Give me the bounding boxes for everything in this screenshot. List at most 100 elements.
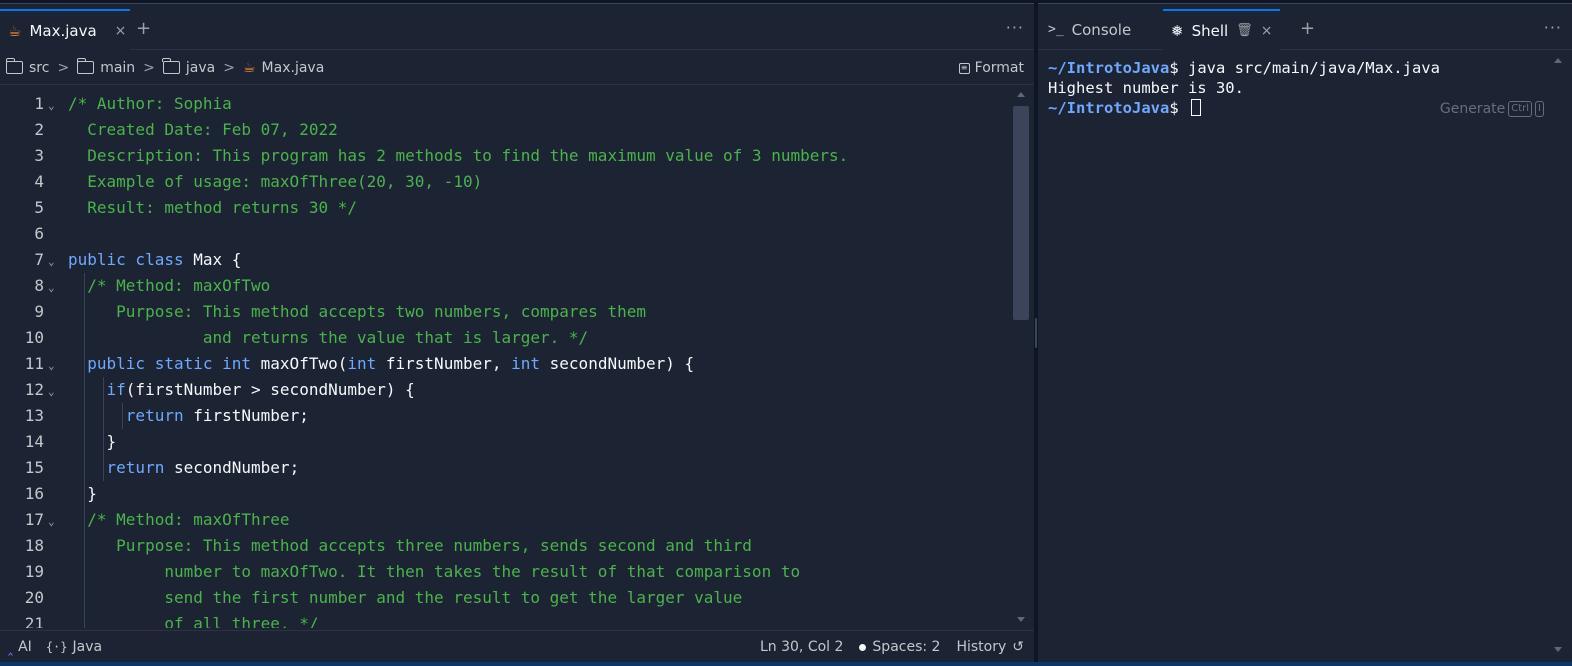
prompt-symbol: $ (1169, 59, 1188, 77)
code-line[interactable]: 7 ⌄ public class Max { (0, 247, 1012, 273)
code-line[interactable]: 16 } (0, 481, 1012, 507)
code-editor[interactable]: 1 ⌄/* Author: Sophia 2 Created Date: Feb 0… (0, 88, 1012, 628)
terminal-prompt: ~/IntrotoJava (1048, 59, 1170, 77)
line-number: 12 (24, 380, 44, 399)
code-token: firstNumber; (193, 406, 309, 425)
code-text: send the first number and the result to … (68, 585, 742, 611)
console-icon: >_ (1048, 22, 1064, 37)
add-tab-button[interactable]: + (136, 18, 151, 39)
add-tab-button[interactable]: + (1300, 18, 1315, 39)
code-line[interactable]: 5 Result: method returns 30 */ (0, 195, 1012, 221)
tab-label: Shell (1191, 21, 1229, 40)
terminal-output[interactable]: ~/IntrotoJava$ java src/main/java/Max.ja… (1038, 58, 1558, 658)
code-line[interactable]: 18 Purpose: This method accepts three nu… (0, 533, 1012, 559)
code-text: Purpose: This method accepts three numbe… (68, 533, 752, 559)
chevron-right-icon: > (57, 59, 70, 76)
trash-icon[interactable]: 🗑 (1236, 23, 1253, 38)
generate-label: Generate (1439, 101, 1506, 117)
breadcrumb-item-main[interactable]: main > (76, 58, 157, 76)
code-line[interactable]: 20 send the first number and the result … (0, 585, 1012, 611)
tab-max-java[interactable]: ☕ Max.java × (0, 9, 130, 50)
chevron-right-icon: > (223, 59, 235, 76)
line-number: 9 (34, 302, 44, 321)
breadcrumb-label: Max.java (261, 59, 325, 76)
prompt-symbol: $ (1169, 99, 1188, 117)
code-line[interactable]: 9 Purpose: This method accepts two numbe… (0, 299, 1012, 325)
code-text: public static int maxOfTwo(int firstNumb… (68, 351, 694, 377)
line-number: 1 (34, 94, 44, 113)
code-text: } (68, 481, 97, 507)
code-line[interactable]: 3 Description: This program has 2 method… (0, 143, 1012, 169)
code-line[interactable]: 17 ⌄ /* Method: maxOfThree (0, 507, 1012, 533)
editor-scrollbar[interactable] (1012, 88, 1030, 628)
generate-hint[interactable]: Generate Ctrl I (1440, 101, 1544, 117)
code-line[interactable]: 6 (0, 221, 1012, 247)
scrollbar-thumb[interactable] (1013, 106, 1029, 320)
code-line[interactable]: 15 return secondNumber; (0, 455, 1012, 481)
code-line[interactable]: 8 ⌄ /* Method: maxOfTwo (0, 273, 1012, 299)
format-button[interactable]: ≡ Format (958, 60, 1024, 76)
code-line[interactable]: 4 Example of usage: maxOfThree(20, 30, -… (0, 169, 1012, 195)
code-token: secondNumber) { (549, 354, 695, 373)
scroll-up-icon[interactable] (1017, 92, 1025, 97)
fold-chevron-icon[interactable]: ⌄ (48, 249, 55, 275)
line-number: 2 (34, 120, 44, 139)
code-text: /* Method: maxOfThree (68, 507, 289, 533)
code-line[interactable]: 2 Created Date: Feb 07, 2022 (0, 117, 1012, 143)
close-tab-icon[interactable]: × (1261, 23, 1273, 39)
ai-button[interactable]: ‸ AI (8, 638, 32, 656)
language-indicator[interactable]: {·} Java (46, 639, 102, 655)
code-token: } (68, 432, 117, 451)
line-number: 10 (24, 328, 44, 347)
breadcrumb-label: src (29, 59, 50, 76)
code-line[interactable]: 12 ⌄ if(firstNumber > secondNumber) { (0, 377, 1012, 403)
code-token: int (347, 354, 386, 373)
breadcrumb-item-src[interactable]: src > (5, 58, 71, 76)
cursor-position[interactable]: Ln 30, Col 2 (760, 639, 843, 655)
scroll-down-icon[interactable] (1017, 617, 1025, 622)
code-line[interactable]: 11 ⌄ public static int maxOfTwo(int first… (0, 351, 1012, 377)
more-options-icon[interactable]: ··· (1544, 18, 1562, 37)
code-token: secondNumber; (173, 458, 300, 477)
history-button[interactable]: History ↺ (956, 639, 1024, 655)
fold-chevron-icon[interactable]: ⌄ (48, 275, 55, 301)
code-line[interactable]: 21 of all three. */ (0, 611, 1012, 628)
code-token: Created Date: Feb 07, 2022 (68, 120, 338, 139)
fold-chevron-icon[interactable]: ⌄ (48, 509, 55, 535)
fold-chevron-icon[interactable]: ⌄ (48, 353, 55, 379)
scroll-down-icon[interactable] (1554, 647, 1562, 652)
code-line[interactable]: 13 return firstNumber; (0, 403, 1012, 429)
breadcrumb-item-max-java[interactable]: ☕ Max.java (243, 60, 324, 76)
code-line[interactable]: 19 number to maxOfTwo. It then takes the… (0, 559, 1012, 585)
code-token: Max { (193, 250, 242, 269)
code-token: int (511, 354, 550, 373)
line-number: 16 (24, 484, 44, 503)
right-pane: >_ Console ❅ Shell 🗑 × + ··· ~/IntrotoJa… (1038, 3, 1572, 662)
line-number: 5 (34, 198, 44, 217)
spaces-label: Spaces: 2 (872, 639, 941, 655)
spaces-setting[interactable]: Spaces: 2 (859, 639, 940, 655)
code-line[interactable]: 14 } (0, 429, 1012, 455)
terminal-cursor (1191, 99, 1201, 116)
code-text: Purpose: This method accepts two numbers… (68, 299, 646, 325)
status-bar: ‸ AI {·} Java Ln 30, Col 2 Spaces: 2 His… (0, 630, 1034, 663)
breadcrumb-label: main (100, 59, 136, 76)
code-text: number to maxOfTwo. It then takes the re… (68, 559, 800, 585)
line-number: 7 (34, 250, 44, 269)
code-token: and returns the value that is larger. */ (68, 328, 589, 347)
line-number: 14 (24, 432, 44, 451)
resize-handle[interactable] (1035, 318, 1037, 348)
tab-shell[interactable]: ❅ Shell 🗑 × (1163, 9, 1281, 50)
code-text: Created Date: Feb 07, 2022 (68, 117, 338, 143)
fold-chevron-icon[interactable]: ⌄ (48, 93, 55, 119)
fold-chevron-icon[interactable]: ⌄ (48, 379, 55, 405)
line-number: 18 (24, 536, 44, 555)
breadcrumb-item-java[interactable]: java > (162, 58, 237, 76)
code-line[interactable]: 1 ⌄ /* Author: Sophia (0, 91, 1012, 117)
dot-icon (859, 643, 867, 651)
code-line[interactable]: 10 and returns the value that is larger.… (0, 325, 1012, 351)
close-tab-icon[interactable]: × (115, 23, 127, 39)
more-options-icon[interactable]: ··· (1006, 18, 1024, 37)
scroll-up-icon[interactable] (1554, 58, 1562, 63)
tab-console[interactable]: >_ Console (1048, 9, 1131, 50)
